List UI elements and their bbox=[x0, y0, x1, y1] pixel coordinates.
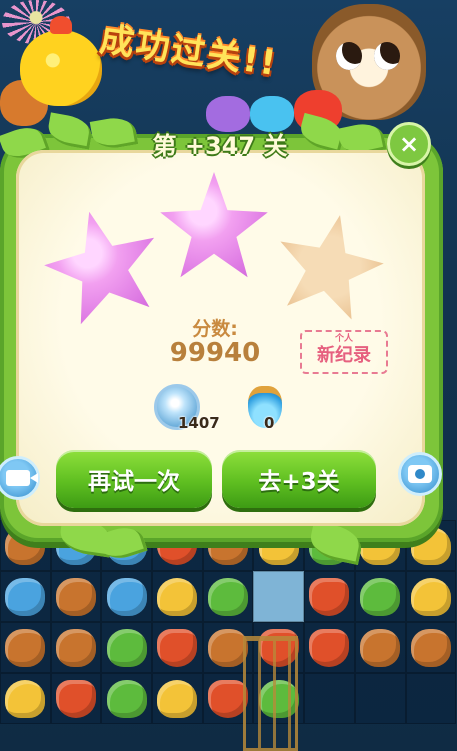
coin-count: 1407 bbox=[178, 414, 220, 432]
board-cell[interactable] bbox=[405, 571, 457, 622]
hippo-piece-icon bbox=[106, 577, 147, 616]
board-cell[interactable] bbox=[152, 673, 203, 724]
close-button[interactable]: × bbox=[387, 122, 431, 166]
chick-piece-icon bbox=[157, 679, 198, 718]
board-cell[interactable] bbox=[50, 673, 102, 724]
record-small-text: 个人 bbox=[334, 334, 353, 344]
empty-slot bbox=[411, 680, 451, 718]
close-icon: × bbox=[398, 130, 420, 158]
level-number-title: 第 +347 关 bbox=[152, 132, 288, 160]
board-cell[interactable] bbox=[405, 622, 457, 673]
retry-button[interactable]: 再试一次 bbox=[56, 450, 212, 508]
frog-piece-icon bbox=[106, 628, 147, 667]
chick-piece-icon bbox=[157, 577, 198, 616]
board-cell[interactable] bbox=[101, 622, 153, 673]
cage-obstacle bbox=[243, 636, 298, 751]
frog-piece-icon bbox=[208, 577, 249, 616]
fox-piece-icon bbox=[157, 628, 198, 667]
level-result-dialog: 第 +347 关 × 分数: 99940 个人 新纪录 1407 0 再试一次 … bbox=[0, 112, 443, 566]
board-cell[interactable] bbox=[0, 673, 51, 724]
fox-piece-icon bbox=[56, 679, 97, 718]
empty-slot bbox=[259, 578, 299, 616]
board-cell[interactable] bbox=[101, 673, 153, 724]
board-cell[interactable] bbox=[152, 571, 203, 622]
board-cell[interactable] bbox=[0, 622, 51, 673]
record-big-text: 新纪录 bbox=[317, 345, 371, 366]
chick-piece-icon bbox=[5, 679, 46, 718]
score-value: 99940 bbox=[169, 338, 261, 368]
bear-piece-icon bbox=[56, 577, 97, 616]
board-cell[interactable] bbox=[304, 673, 355, 724]
board-cell[interactable] bbox=[304, 571, 355, 622]
board-cell[interactable] bbox=[405, 673, 457, 724]
board-cell[interactable] bbox=[304, 622, 355, 673]
potion-count: 0 bbox=[264, 414, 275, 432]
board-cell[interactable] bbox=[152, 622, 203, 673]
bear-piece-icon bbox=[56, 628, 97, 667]
board-cell[interactable] bbox=[354, 622, 406, 673]
fox-piece-icon bbox=[309, 577, 350, 616]
board-cell[interactable] bbox=[50, 571, 102, 622]
hippo-piece-icon bbox=[5, 577, 46, 616]
chick-mascot bbox=[20, 16, 102, 106]
board-grid bbox=[0, 520, 457, 751]
fox-piece-icon bbox=[309, 628, 350, 667]
camera-icon bbox=[408, 465, 432, 483]
board-cell[interactable] bbox=[0, 571, 51, 622]
chick-piece-icon bbox=[410, 577, 451, 616]
next-level-button[interactable]: 去+3关 bbox=[222, 450, 376, 508]
board-cell[interactable] bbox=[354, 571, 406, 622]
coin-reward: 1407 bbox=[152, 382, 242, 438]
frog-piece-icon bbox=[360, 577, 401, 616]
bear-piece-icon bbox=[5, 628, 46, 667]
empty-slot bbox=[309, 680, 349, 718]
video-camera-icon bbox=[6, 470, 38, 486]
empty-slot bbox=[360, 680, 400, 718]
board-cell[interactable] bbox=[101, 571, 153, 622]
bear-piece-icon bbox=[360, 628, 401, 667]
potion-reward: 0 bbox=[244, 382, 334, 438]
new-record-stamp: 个人 新纪录 bbox=[300, 330, 388, 374]
board-cell[interactable] bbox=[202, 571, 254, 622]
board-cell[interactable] bbox=[50, 622, 102, 673]
board-cell[interactable] bbox=[354, 673, 406, 724]
screenshot-button[interactable] bbox=[398, 452, 442, 496]
frog-piece-icon bbox=[106, 679, 147, 718]
bear-piece-icon bbox=[410, 628, 451, 667]
board-cell[interactable] bbox=[253, 571, 305, 622]
